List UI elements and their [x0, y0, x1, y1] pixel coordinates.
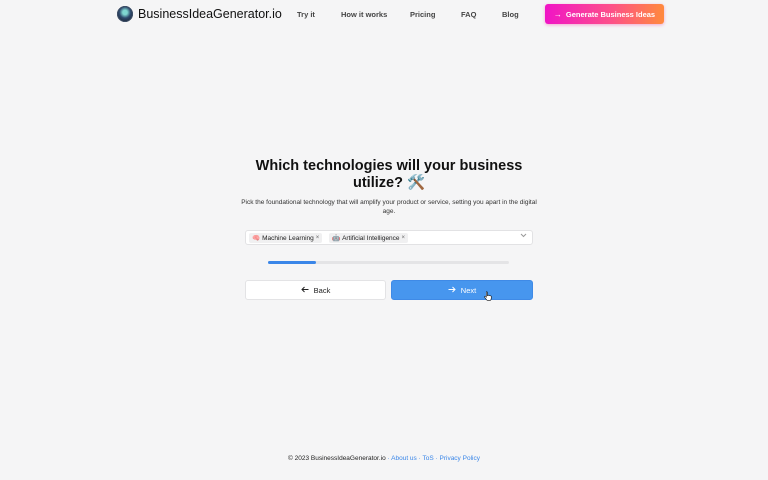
- nav-link-blog[interactable]: Blog: [502, 10, 519, 19]
- arrow-left-icon: [300, 286, 309, 295]
- footer-separator: ·: [387, 455, 390, 462]
- chevron-down-icon[interactable]: [520, 233, 527, 240]
- top-nav: BusinessIdeaGenerator.io Try it How it w…: [0, 0, 768, 30]
- generate-ideas-label: Generate Business Ideas: [565, 9, 656, 19]
- robot-emoji-icon: 🤖: [332, 235, 341, 242]
- footer-separator: ·: [418, 455, 421, 462]
- nav-link-pricing[interactable]: Pricing: [410, 10, 435, 19]
- chip-label: Artificial Intelligence: [342, 234, 400, 242]
- back-label: Back: [313, 285, 331, 295]
- question-subtitle: Pick the foundational technology that wi…: [241, 199, 537, 215]
- remove-chip-icon[interactable]: ×: [316, 235, 320, 241]
- footer: © 2023 BusinessIdeaGenerator.io · About …: [0, 455, 768, 462]
- progress-bar: [268, 261, 509, 264]
- remove-chip-icon[interactable]: ×: [402, 235, 406, 241]
- footer-link-privacy[interactable]: Privacy Policy: [440, 455, 480, 462]
- selected-chip-artificial-intelligence: 🤖 Artificial Intelligence ×: [329, 233, 409, 243]
- arrow-right-icon: →: [553, 9, 562, 19]
- chip-label: Machine Learning: [262, 234, 314, 242]
- nav-link-try-it[interactable]: Try it: [297, 10, 315, 19]
- technology-multiselect[interactable]: 🧠 Machine Learning × 🤖 Artificial Intell…: [245, 230, 533, 245]
- brain-emoji-icon: 🧠: [252, 235, 261, 242]
- brand[interactable]: BusinessIdeaGenerator.io: [117, 6, 282, 22]
- nav-link-how-it-works[interactable]: How it works: [341, 10, 387, 19]
- brand-name: BusinessIdeaGenerator.io: [138, 7, 282, 21]
- footer-separator: ·: [435, 455, 438, 462]
- footer-copyright: © 2023 BusinessIdeaGenerator.io: [288, 455, 386, 462]
- technology-search-input[interactable]: [412, 233, 516, 245]
- next-label: Next: [460, 285, 477, 295]
- next-button[interactable]: Next: [391, 280, 533, 300]
- arrow-right-icon: [448, 286, 456, 295]
- question-title: Which technologies will your business ut…: [255, 158, 523, 191]
- back-button[interactable]: Back: [245, 280, 386, 300]
- nav-link-faq[interactable]: FAQ: [461, 10, 476, 19]
- generate-ideas-button[interactable]: → Generate Business Ideas: [545, 4, 664, 24]
- progress-fill: [268, 261, 317, 264]
- lightbulb-head-icon: [117, 6, 133, 22]
- footer-link-tos[interactable]: ToS: [423, 455, 434, 462]
- footer-link-about[interactable]: About us: [391, 455, 417, 462]
- hand-pointer-cursor-icon: [484, 291, 492, 301]
- selected-chip-machine-learning: 🧠 Machine Learning ×: [249, 233, 323, 243]
